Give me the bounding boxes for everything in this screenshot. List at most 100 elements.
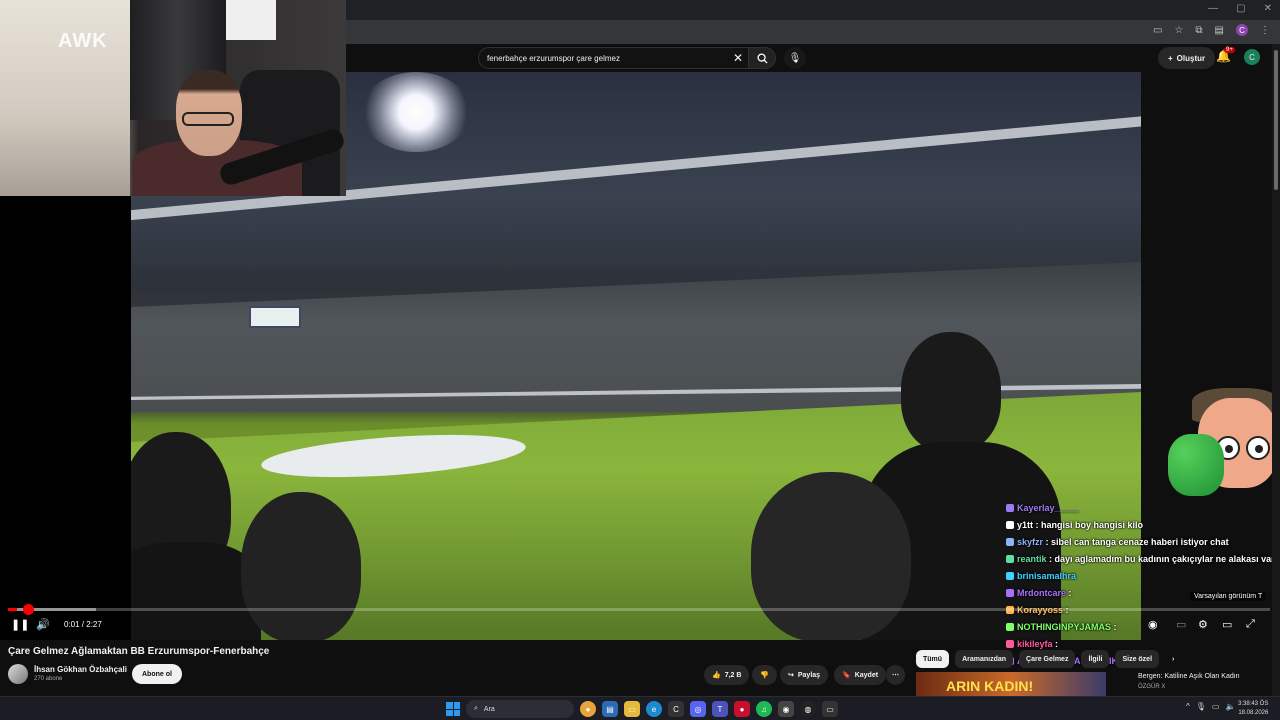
chat-username[interactable]: skyfzr bbox=[1017, 537, 1043, 547]
share-label: Paylaş bbox=[797, 671, 821, 679]
fullscreen-icon[interactable]: ⤢ bbox=[1246, 618, 1255, 631]
chat-text: : sibel can tanga cenaze haberi istiyor … bbox=[1043, 537, 1229, 547]
emote-pupil bbox=[1255, 445, 1263, 453]
chat-username[interactable]: brinisamalhra bbox=[1017, 571, 1076, 581]
streamer-glasses bbox=[182, 112, 234, 126]
chrome-active-icon[interactable]: ◉ bbox=[778, 701, 794, 717]
chat-username[interactable]: Mrdontcare bbox=[1017, 588, 1066, 598]
subscribe-button[interactable]: Abone ol bbox=[132, 664, 182, 684]
chat-badge-icon bbox=[1006, 504, 1014, 512]
save-label: Kaydet bbox=[854, 671, 879, 679]
scrollbar-thumb[interactable] bbox=[1274, 50, 1278, 190]
ccleaner-app-icon[interactable]: C bbox=[668, 701, 684, 717]
search-input[interactable]: fenerbahçe erzurumspor çare gelmez ✕ bbox=[478, 47, 750, 69]
taskbar-search-placeholder: Ara bbox=[483, 705, 495, 713]
chrome-app-icon[interactable]: ● bbox=[580, 701, 596, 717]
autoplay-toggle-icon[interactable]: ◉ bbox=[1148, 618, 1158, 631]
chat-message: y1tt : hangisi boy hangisi kilo bbox=[1006, 517, 1280, 534]
page-scrollbar[interactable] bbox=[1272, 44, 1280, 696]
taskbar-clock[interactable]: 3:38:43 ÖS 18.08.2026 bbox=[1238, 700, 1268, 718]
close-icon[interactable]: ✕ bbox=[733, 51, 743, 65]
folder-icon[interactable]: ▭ bbox=[624, 701, 640, 717]
more-actions-button[interactable]: ⋯ bbox=[886, 665, 905, 685]
obs-app-icon[interactable]: ◍ bbox=[800, 701, 816, 717]
recommendation-thumbnail[interactable]: ARIN KADIN! bbox=[916, 672, 1106, 696]
volume-icon[interactable]: 🔊 bbox=[36, 618, 50, 631]
chevron-right-icon[interactable]: › bbox=[1165, 650, 1181, 668]
chip-2[interactable]: Çare Gelmez bbox=[1019, 650, 1076, 668]
channel-avatar[interactable] bbox=[8, 664, 28, 684]
chat-username[interactable]: Kayerlay_____ bbox=[1017, 503, 1080, 513]
chat-badge-icon bbox=[1006, 640, 1014, 648]
cast-icon[interactable]: ▭ bbox=[1153, 25, 1162, 36]
speaker-icon[interactable]: 🔈 bbox=[1225, 702, 1235, 711]
chrome-menu-icon[interactable]: ⋮ bbox=[1260, 25, 1270, 36]
recommendation-title[interactable]: Bergen: Katiline Aşık Olan Kadın bbox=[1138, 673, 1240, 680]
discord-app-icon[interactable]: ◎ bbox=[690, 701, 706, 717]
extensions-icon[interactable]: ⧉ bbox=[1195, 25, 1202, 36]
windows-start-icon[interactable] bbox=[446, 702, 460, 716]
system-tray: ^ 🎙 ▭ 🔈 bbox=[1186, 702, 1235, 711]
more-icon: ⋯ bbox=[892, 672, 899, 679]
settings-gear-icon[interactable]: ⚙ bbox=[1198, 618, 1208, 631]
video-title: Çare Gelmez Ağlamaktan BB Erzurumspor-Fe… bbox=[8, 646, 270, 657]
theater-mode-icon[interactable]: ▭ bbox=[1222, 618, 1232, 631]
chrome-profile-avatar[interactable]: C bbox=[1236, 24, 1248, 36]
chat-username[interactable]: reantik bbox=[1017, 554, 1047, 564]
progress-bar[interactable] bbox=[8, 604, 1270, 615]
avatar[interactable]: C bbox=[1244, 49, 1260, 65]
taskbar-search[interactable]: ⌕ Ara bbox=[466, 700, 574, 718]
taskbar-apps: ● ▤ ▭ e C ◎ T ● ♫ ◉ ◍ ▭ bbox=[580, 701, 838, 717]
channel-name[interactable]: İhsan Gökhan Özbahçali bbox=[34, 665, 127, 674]
mic-tray-icon[interactable]: 🎙 bbox=[1196, 702, 1206, 711]
window-controls: — ▢ ✕ bbox=[1208, 3, 1272, 14]
pause-icon[interactable]: ❚❚ bbox=[11, 618, 29, 631]
share-button[interactable]: ↪ Paylaş bbox=[780, 665, 829, 685]
taskbar-date: 18.08.2026 bbox=[1238, 710, 1269, 716]
chat-badge-icon bbox=[1006, 555, 1014, 563]
dislike-button[interactable]: 👎 bbox=[752, 665, 777, 685]
file-explorer-icon[interactable]: ▤ bbox=[602, 701, 618, 717]
teams-app-icon[interactable]: T bbox=[712, 701, 728, 717]
emote-plant bbox=[1168, 434, 1224, 496]
mic-icon[interactable]: 🎙 bbox=[784, 47, 806, 69]
like-button[interactable]: 👍 7,2 B bbox=[704, 665, 750, 685]
create-label: Oluştur bbox=[1176, 53, 1206, 63]
chip-1[interactable]: Aramanızdan bbox=[955, 650, 1014, 668]
search-button[interactable] bbox=[748, 47, 776, 69]
bookmark-star-icon[interactable]: ☆ bbox=[1174, 25, 1183, 36]
like-count: 7,2 B bbox=[724, 671, 742, 679]
tooltip-key: T bbox=[1257, 593, 1263, 600]
chat-username[interactable]: y1tt bbox=[1017, 520, 1033, 530]
chat-username[interactable]: kikileyfa bbox=[1017, 639, 1053, 649]
chip-0[interactable]: Tümü bbox=[916, 650, 950, 668]
subscriber-count: 270 abone bbox=[34, 676, 63, 682]
windows-taskbar: ⌕ Ara ● ▤ ▭ e C ◎ T ● ♫ ◉ ◍ ▭ ^ 🎙 ▭ 🔈 3:3… bbox=[0, 696, 1280, 720]
progress-played bbox=[8, 608, 17, 611]
webcam-logo: AWK bbox=[58, 30, 108, 52]
edge-app-icon[interactable]: e bbox=[646, 701, 662, 717]
close-window-icon[interactable]: ✕ bbox=[1264, 3, 1272, 14]
chip-3[interactable]: İlgili bbox=[1081, 650, 1110, 668]
network-icon[interactable]: ▭ bbox=[1212, 702, 1220, 711]
subtitles-icon[interactable]: ▭ bbox=[1176, 618, 1186, 631]
chat-badge-icon bbox=[1006, 572, 1014, 580]
notification-badge: 9+ bbox=[1224, 47, 1235, 53]
chevron-up-icon[interactable]: ^ bbox=[1186, 702, 1190, 711]
recorder-app-icon[interactable]: ● bbox=[734, 701, 750, 717]
tab-search-icon[interactable]: ▤ bbox=[1215, 25, 1224, 36]
maximize-icon[interactable]: ▢ bbox=[1236, 3, 1245, 14]
search-icon bbox=[756, 52, 768, 64]
search-query[interactable]: fenerbahçe erzurumspor çare gelmez bbox=[487, 54, 620, 63]
progress-loaded bbox=[8, 608, 97, 611]
terminal-app-icon[interactable]: ▭ bbox=[822, 701, 838, 717]
spotify-app-icon[interactable]: ♫ bbox=[756, 701, 772, 717]
taskbar-time: 3:38:43 ÖS bbox=[1238, 701, 1269, 707]
recommendation-channel[interactable]: ÖZGÜR X bbox=[1138, 684, 1165, 690]
chip-4[interactable]: Size özel bbox=[1115, 650, 1160, 668]
save-button[interactable]: 🔖 Kaydet bbox=[834, 665, 887, 685]
floodlight bbox=[361, 72, 471, 152]
create-button[interactable]: + Oluştur bbox=[1158, 47, 1216, 69]
minimize-icon[interactable]: — bbox=[1208, 3, 1218, 14]
view-tooltip: Varsayılan görünüm T bbox=[1190, 592, 1267, 601]
